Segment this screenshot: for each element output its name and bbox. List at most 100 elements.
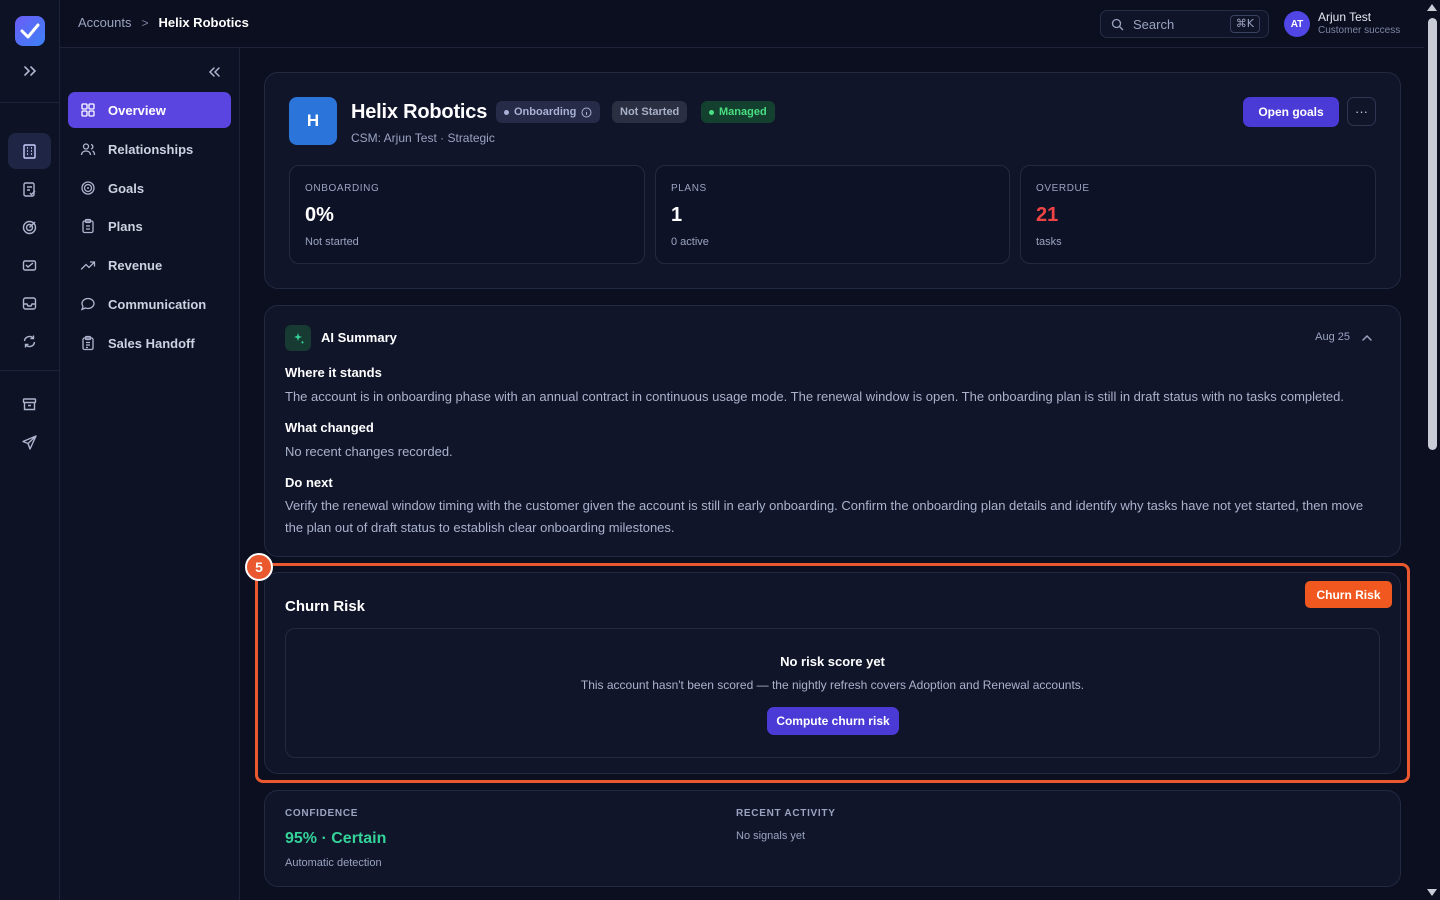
rail-sync-button[interactable]	[8, 323, 51, 359]
target-icon	[22, 220, 37, 234]
sidebar-item-label: Sales Handoff	[108, 335, 195, 351]
phase-badge-label: Onboarding	[514, 106, 577, 118]
confidence-note: Automatic detection	[285, 857, 382, 869]
trend-icon	[80, 261, 96, 270]
grid-icon	[81, 103, 95, 117]
user-name[interactable]: Arjun Test	[1318, 10, 1371, 24]
checklist-icon	[23, 181, 36, 197]
user-avatar[interactable]: AT	[1284, 11, 1310, 37]
confidence-value: 95% · Certain	[285, 830, 387, 847]
stat-onboarding: ONBOARDING 0% Not started	[289, 165, 645, 264]
confidence-label: CONFIDENCE	[285, 808, 359, 819]
sparkles-icon	[285, 325, 311, 351]
ai-summary-card: AI Summary Aug 25 Where it stands The ac…	[264, 305, 1401, 557]
managed-badge: Managed	[701, 101, 775, 123]
logo-check-icon	[20, 23, 40, 39]
megaphone-icon	[22, 259, 37, 271]
section-heading: What changed	[285, 420, 374, 435]
scroll-up-icon[interactable]	[1427, 4, 1437, 11]
refresh-icon	[23, 335, 36, 347]
rail-divider	[0, 370, 60, 371]
stat-overdue: OVERDUE 21 tasks	[1020, 165, 1376, 264]
phase-badge[interactable]: Onboarding	[496, 101, 601, 123]
section-heading: Do next	[285, 475, 333, 490]
recent-activity-label: RECENT ACTIVITY	[736, 808, 836, 819]
detection-card: CONFIDENCE 95% · Certain Automatic detec…	[264, 790, 1401, 887]
step-marker: 5	[245, 553, 273, 581]
sidebar-item-goals[interactable]: Goals	[68, 170, 231, 206]
building-icon	[23, 143, 36, 159]
section-body: The account is in onboarding phase with …	[285, 389, 1344, 404]
sidebar-item-label: Plans	[108, 218, 143, 234]
section-body: No recent changes recorded.	[285, 444, 453, 459]
rail-inbox-button[interactable]	[8, 285, 51, 321]
ai-summary-date: Aug 25	[1315, 331, 1350, 343]
status-badge-label: Not Started	[620, 106, 680, 118]
archive-icon	[22, 397, 37, 410]
stat-label: PLANS	[671, 183, 707, 194]
app-logo[interactable]	[15, 16, 45, 46]
clipboard-list-icon	[82, 335, 94, 351]
rail-archive-button[interactable]	[8, 386, 51, 422]
chat-icon	[80, 297, 95, 311]
rail-send-button[interactable]	[8, 424, 51, 460]
search-icon	[1111, 18, 1124, 30]
sidebar-item-label: Overview	[108, 102, 166, 118]
rail-divider	[0, 102, 60, 103]
stat-value: 1	[671, 204, 683, 226]
search-input[interactable]: Search ⌘K	[1100, 10, 1269, 38]
ai-summary-title: AI Summary	[321, 330, 397, 345]
users-icon	[80, 143, 96, 156]
search-placeholder: Search	[1133, 16, 1175, 32]
account-avatar: H	[289, 97, 337, 145]
rail-tasks-button[interactable]	[8, 171, 51, 207]
chevron-up-icon[interactable]	[1360, 331, 1374, 345]
status-badge: Not Started	[612, 101, 688, 123]
rail-accounts-button[interactable]	[8, 133, 51, 169]
sidebar-item-label: Communication	[108, 296, 207, 312]
more-options-button[interactable]: ···	[1347, 97, 1376, 126]
breadcrumb-current: Helix Robotics	[158, 15, 249, 30]
more-icon: ···	[1355, 104, 1368, 119]
app-rail	[0, 0, 60, 900]
sidebar-item-communication[interactable]: Communication	[68, 286, 231, 322]
sidebar-item-label: Goals	[108, 180, 145, 196]
stat-label: OVERDUE	[1036, 183, 1090, 194]
open-goals-button[interactable]: Open goals	[1243, 97, 1339, 127]
search-shortcut: ⌘K	[1229, 15, 1260, 33]
expand-rail-icon[interactable]	[21, 62, 39, 80]
scroll-down-icon[interactable]	[1427, 889, 1437, 896]
send-icon	[22, 434, 37, 450]
user-role: Customer success	[1318, 25, 1401, 36]
rail-playbooks-button[interactable]	[8, 247, 51, 283]
stat-plans: PLANS 1 0 active	[655, 165, 1010, 264]
sidebar-item-relationships[interactable]: Relationships	[68, 131, 231, 167]
inbox-icon	[22, 296, 37, 310]
badge-dot	[504, 109, 509, 115]
stat-label: ONBOARDING	[305, 183, 380, 194]
sidebar-item-overview[interactable]: Overview	[68, 92, 231, 128]
rail-goals-button[interactable]	[8, 209, 51, 245]
stat-note: Not started	[305, 236, 359, 248]
managed-badge-label: Managed	[719, 106, 767, 118]
info-icon	[581, 107, 592, 117]
breadcrumb: Accounts > Helix Robotics	[78, 15, 249, 30]
account-header-card: H Helix Robotics Onboarding Not Started …	[264, 72, 1401, 289]
sidebar-item-sales-handoff[interactable]: Sales Handoff	[68, 325, 231, 361]
scrollbar-thumb[interactable]	[1428, 18, 1437, 450]
sidebar-item-label: Relationships	[108, 141, 194, 157]
stat-value: 21	[1036, 204, 1059, 226]
sidebar-item-plans[interactable]: Plans	[68, 208, 231, 244]
recent-activity-note: No signals yet	[736, 830, 806, 842]
collapse-sidebar-icon[interactable]	[205, 63, 223, 81]
breadcrumb-separator: >	[141, 15, 149, 30]
target-icon	[81, 181, 95, 195]
clipboard-icon	[82, 218, 94, 234]
stat-value: 0%	[305, 204, 334, 226]
stat-note: tasks	[1036, 236, 1062, 248]
account-subtitle: CSM: Arjun Test · Strategic	[351, 131, 495, 145]
section-heading: Where it stands	[285, 365, 382, 380]
sidebar-item-label: Revenue	[108, 257, 163, 273]
sidebar-item-revenue[interactable]: Revenue	[68, 247, 231, 283]
breadcrumb-accounts-link[interactable]: Accounts	[78, 15, 131, 30]
